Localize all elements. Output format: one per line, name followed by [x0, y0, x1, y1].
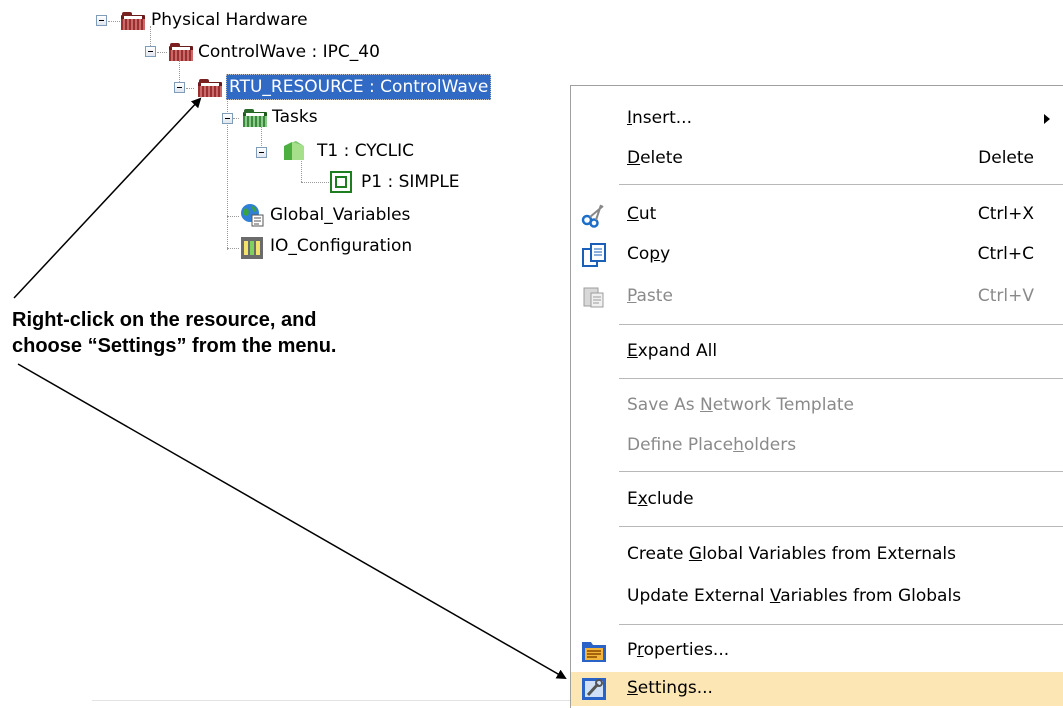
arrow-to-settings — [17, 363, 567, 679]
annotation-arrows — [13, 97, 567, 679]
arrow-to-resource — [13, 97, 202, 299]
